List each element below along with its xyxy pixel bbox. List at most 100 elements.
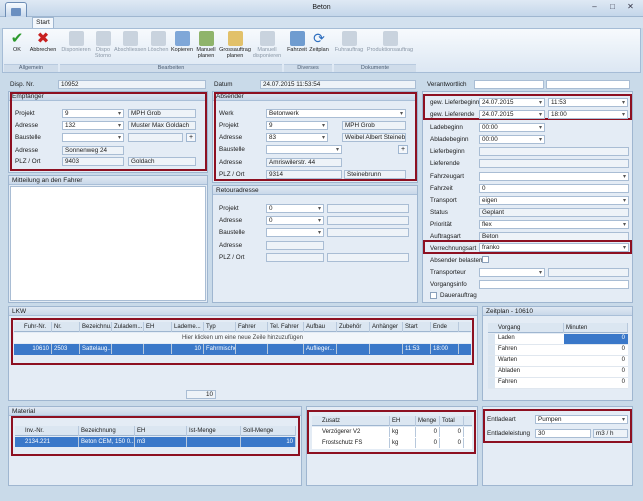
dauerauftrag-label: Dauerauftrag <box>440 292 477 299</box>
abs-adresse-select[interactable]: 83 <box>266 133 328 142</box>
close-icon[interactable]: ✕ <box>622 1 639 13</box>
entladeleistung-unit: m3 / h <box>593 429 628 438</box>
ret-ort <box>327 253 409 262</box>
group-bearbeiten: Bearbeiten <box>60 64 282 72</box>
lieferbeginn-time[interactable]: 11:53 <box>548 98 628 107</box>
fahrzeit-button[interactable]: Fahrzeit <box>286 31 308 63</box>
abs-baustelle-select[interactable] <box>266 145 342 154</box>
zusatz-header: Zusatz EH Menge Total <box>312 416 472 426</box>
abschliessen-button[interactable]: Abschliessen <box>114 31 146 63</box>
zeitplan-button[interactable]: ⟳ Zeitplan <box>308 31 330 63</box>
group-allgemein: Allgemein <box>4 64 58 72</box>
empf-ort: Goldach <box>128 157 196 166</box>
verantwortlich-field[interactable] <box>474 80 544 89</box>
lkw-grid-header: Fuhr-Nr. Nr. Bezeichnu... Zuladem... EH Ladem… <box>14 322 471 332</box>
ret-baustelle-select[interactable] <box>266 228 324 237</box>
empf-add-baustelle-button[interactable]: + <box>186 133 196 142</box>
lieferende-date[interactable]: 24.07.2015 <box>479 110 545 119</box>
lieferende-time[interactable]: 18:00 <box>548 110 628 119</box>
ret-plz-label: PLZ / Ort <box>219 254 245 261</box>
ret-projekt-select[interactable]: 0 <box>266 204 324 213</box>
ok-button[interactable]: ✔ OK <box>5 31 29 63</box>
abs-plz-label: PLZ / Ort <box>219 171 245 178</box>
lkw-data-row[interactable]: 106102503Sattelaug... 10Fahrmischer Auflie… <box>14 344 471 355</box>
manuell-disponieren-button[interactable]: Manuell disponieren <box>252 31 282 63</box>
material-col-header-0: Inv.-Nr. <box>23 426 79 436</box>
abbrechen-button[interactable]: ✖ Abbrechen <box>28 31 58 63</box>
absender-belasten-checkbox[interactable] <box>482 256 489 263</box>
highlight-material <box>11 416 300 456</box>
material-row[interactable]: 2134.221 Beton CEM, 150 0.... m3 10 <box>15 437 296 447</box>
lieferende2-field <box>479 159 629 168</box>
disponieren-button[interactable]: Disponieren <box>60 31 92 63</box>
tab-start[interactable]: Start <box>32 17 54 28</box>
verrechnungsart-select[interactable]: franko <box>479 243 629 252</box>
grossauftrag-button[interactable]: Grossauftrag planen <box>218 31 252 63</box>
lkw-col-header-3: Zuladem... <box>114 322 144 332</box>
abs-strasse: Amriswilerstr. 44 <box>266 158 342 167</box>
kopieren-button[interactable]: Kopieren <box>170 31 194 63</box>
calendar-icon <box>227 31 243 46</box>
lkw-col-header-0: Fuhr-Nr. <box>22 322 52 332</box>
ladebeginn-field[interactable]: 00:00 <box>479 123 545 132</box>
zeitplan-row[interactable]: Fahren 0 <box>488 378 628 389</box>
zusatz-cell-3: 0 <box>440 438 464 448</box>
abs-adresse-name: Weibel Albert Steinebrunn <box>342 133 406 142</box>
mitteilung-title: Mitteilung an den Fahrer <box>9 176 207 185</box>
lkw-cell-12: 11:53 <box>403 344 431 354</box>
truck-icon <box>68 31 84 46</box>
transport-select[interactable]: eigen <box>479 196 629 205</box>
prioritaet-select[interactable]: flex <box>479 220 629 229</box>
lkw-new-row[interactable]: Hier klicken um eine neue Zeile hinzuzuf… <box>14 333 471 343</box>
window-title: Beton <box>312 4 331 11</box>
fuhrauftrag-button[interactable]: Fuhrauftrag <box>333 31 365 63</box>
minimize-icon[interactable]: – <box>586 1 603 13</box>
empf-baustelle-select[interactable] <box>62 133 124 142</box>
lieferbeginn-date[interactable]: 24.07.2015 <box>479 98 545 107</box>
abs-projekt-select[interactable]: 9 <box>266 121 328 130</box>
zusatz-row[interactable]: Verzögerer V2 kg 0 0 <box>312 427 472 437</box>
abladebeginn-field[interactable]: 00:00 <box>479 135 545 144</box>
manuell-planen-button[interactable]: Manuell planen <box>194 31 218 63</box>
abs-add-baustelle-button[interactable]: + <box>398 145 408 154</box>
zusatz-row[interactable]: Frostschutz FS kg 0 0 <box>312 438 472 448</box>
abs-werk-select[interactable]: Betonwerk <box>266 109 406 118</box>
transporteur-select[interactable] <box>479 268 545 277</box>
zeitplan-row[interactable]: Abladen 0 <box>488 367 628 378</box>
disp-nr-field[interactable]: 10952 <box>58 80 206 89</box>
zusatz-rows: Verzögerer V2 kg 0 0 Frostschutz FS kg 0 0 <box>312 427 472 449</box>
zeitplan-row[interactable]: Laden 0 <box>488 334 628 345</box>
maximize-icon[interactable]: □ <box>604 1 621 13</box>
fahrzeugart-select[interactable] <box>479 172 629 181</box>
zeitplan-vorgang: Warten <box>498 357 518 363</box>
produktionsauftrag-button[interactable]: Produktionsauftrag <box>365 31 415 63</box>
verrechnungsart-label: Verrechnungsart <box>430 245 477 252</box>
lkw-col-header-1: Nr. <box>52 322 80 332</box>
zeitplan-row[interactable]: Warten 0 <box>488 356 628 367</box>
transport-label: Transport <box>430 197 457 204</box>
lkw-cell-2: Sattelaug... <box>82 344 112 354</box>
loeschen-button[interactable]: Löschen <box>146 31 170 63</box>
mitteilung-textarea[interactable] <box>10 186 206 301</box>
zeitplan-selected-cell[interactable] <box>564 334 628 344</box>
lkw-cell-11 <box>370 344 403 354</box>
lkw-cell-10 <box>337 344 370 354</box>
datum-field[interactable]: 24.07.2015 11:53:54 <box>260 80 416 89</box>
material-cell-4: 10 <box>241 437 296 447</box>
entladeart-select[interactable]: Pumpen <box>535 415 628 424</box>
empf-adresse-select[interactable]: 132 <box>62 121 124 130</box>
ret-plz <box>266 253 324 262</box>
ret-adresse-select[interactable]: 0 <box>266 216 324 225</box>
empf-projekt-select[interactable]: 9 <box>62 109 124 118</box>
dispo-storno-button[interactable]: Dispo Storno <box>92 31 114 63</box>
vorgangsinfo-field[interactable] <box>479 280 629 289</box>
zeitplan-row[interactable]: Fahren 0 <box>488 345 628 356</box>
verantwortlich-name-field[interactable] <box>546 80 630 89</box>
fahrzeit-field[interactable]: 0 <box>479 184 629 193</box>
truck-clock-icon <box>289 31 305 46</box>
zusatz-cell-3: 0 <box>440 427 464 437</box>
zeitplan-col-header-1: Minuten <box>564 323 628 333</box>
dauerauftrag-checkbox[interactable] <box>430 292 437 299</box>
entladeleistung-field[interactable]: 30 <box>535 429 591 438</box>
zusatz-cell-2: 0 <box>416 438 440 448</box>
